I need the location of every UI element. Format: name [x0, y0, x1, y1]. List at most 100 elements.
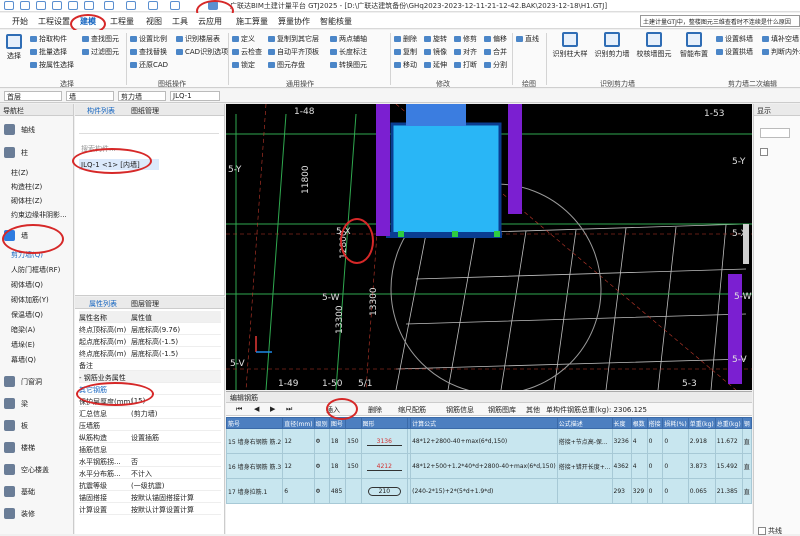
recognize-col-button[interactable]: 识别柱大样: [548, 32, 592, 59]
offset-button[interactable]: 偏移: [484, 34, 507, 44]
find-button[interactable]: 查找图元: [82, 34, 119, 44]
notice-banner[interactable]: 土建计量GTJ中，整楼图元三维查看时不连续是什么原因: [640, 15, 800, 27]
display-checkbox[interactable]: [760, 148, 768, 156]
prev-record-icon[interactable]: ◀: [254, 405, 259, 413]
smart-layout-button[interactable]: 智能布置: [672, 32, 716, 59]
align-button[interactable]: 对齐: [454, 47, 477, 57]
tab-properties[interactable]: 属性列表: [89, 299, 117, 309]
nav-item-al[interactable]: 暗梁(A): [11, 325, 35, 335]
nav-item-mq[interactable]: 幕墙(Q): [11, 355, 36, 365]
other-button[interactable]: 其他: [526, 405, 540, 415]
trim-button[interactable]: 修剪: [454, 34, 477, 44]
cell[interactable]: 0: [646, 453, 664, 479]
cell[interactable]: 293: [611, 478, 632, 504]
attr-select-button[interactable]: 按属性选择: [30, 60, 74, 70]
cell[interactable]: 0: [646, 478, 664, 504]
cell-shape[interactable]: 3136: [360, 428, 409, 454]
merge-button[interactable]: 合并: [484, 47, 507, 57]
cell[interactable]: [556, 478, 613, 504]
subtype-select[interactable]: 剪力墙: [118, 91, 166, 101]
table-row[interactable]: 15 墙身右钢筋 筋.2 12 Φ 18 150 3136 48*12+2800…: [225, 428, 753, 454]
chart-icon[interactable]: [170, 1, 180, 10]
redo-icon[interactable]: [84, 1, 94, 10]
nav-cat-finish[interactable]: 装修: [4, 508, 35, 519]
cell[interactable]: 150: [345, 453, 362, 479]
new-file-icon[interactable]: [20, 1, 30, 10]
set-slant-button[interactable]: 设置斜墙: [716, 34, 753, 44]
cell[interactable]: [345, 478, 362, 504]
cell[interactable]: 6: [282, 478, 315, 504]
table-row[interactable]: 17 墙身拉筋.1 6 Φ 485 210 (240-2*15)+2*(5*d+…: [225, 478, 753, 504]
cell[interactable]: 4: [630, 428, 648, 454]
cell[interactable]: 0: [662, 428, 689, 454]
cell[interactable]: 48*12+500+1.2*40*d+2800-40+max(6*d,150): [410, 453, 558, 479]
open-file-icon[interactable]: [36, 1, 46, 10]
extend-button[interactable]: 延伸: [424, 60, 447, 70]
cell[interactable]: Φ: [313, 428, 330, 454]
delete-button[interactable]: 删除: [394, 34, 417, 44]
prop-row[interactable]: 锚固搭接 按默认锚固搭接计算: [79, 491, 221, 503]
mirror-button[interactable]: 镜像: [424, 47, 447, 57]
prop-row[interactable]: 计算设置 按默认计算设置计算: [79, 503, 221, 515]
last-record-icon[interactable]: ⏭: [286, 405, 292, 414]
find-replace-button[interactable]: 查找替换: [130, 47, 167, 57]
set-ratio-button[interactable]: 设置比例: [130, 34, 167, 44]
batch-select-button[interactable]: 批量选择: [30, 47, 67, 57]
cell[interactable]: 直: [741, 453, 753, 479]
nav-cat-foundation[interactable]: 基础: [4, 486, 35, 497]
cell[interactable]: 0: [646, 428, 664, 454]
tab-component-list[interactable]: 构件列表: [87, 106, 115, 116]
pick-button[interactable]: 拾取构件: [30, 34, 67, 44]
nav-item-qd[interactable]: 墙垛(E): [11, 340, 35, 350]
draw-line-button[interactable]: 直线: [516, 34, 539, 44]
prop-row[interactable]: 水平分布筋... 不计入: [79, 467, 221, 479]
convert-button[interactable]: 转换图元: [330, 60, 367, 70]
nav-cat-beam[interactable]: 梁: [4, 398, 28, 409]
cell[interactable]: 329: [630, 478, 648, 504]
nav-cat-opening[interactable]: 门窗洞: [4, 376, 42, 387]
cell[interactable]: 485: [328, 478, 347, 504]
nav-item-rf[interactable]: 人防门框墙(RF): [11, 265, 60, 275]
nav-cat-hollow[interactable]: 空心楼盖: [4, 464, 49, 475]
set-arc-button[interactable]: 设置拱墙: [716, 47, 753, 57]
floor-select[interactable]: 首层: [4, 91, 62, 101]
cell[interactable]: 150: [345, 428, 362, 454]
recognize-wall-button[interactable]: 识别剪力墙: [590, 32, 634, 59]
next-record-icon[interactable]: ▶: [270, 405, 275, 413]
cell[interactable]: 3.873: [687, 453, 716, 479]
cell[interactable]: 直: [741, 478, 753, 504]
table-row[interactable]: 16 墙身右钢筋 筋.3 12 Φ 18 150 4212 48*12+500+…: [225, 453, 753, 479]
cell[interactable]: 3236: [611, 428, 632, 454]
menu-project-settings[interactable]: 工程设置: [38, 16, 70, 27]
cell[interactable]: 搭接+错开长度+...: [556, 453, 613, 479]
cell-name[interactable]: 17 墙身拉筋.1: [225, 478, 284, 504]
prop-row[interactable]: 压墙筋: [79, 419, 221, 431]
filter-button[interactable]: 过滤图元: [82, 47, 119, 57]
two-point-button[interactable]: 两点辅轴: [330, 34, 367, 44]
prop-row[interactable]: 终点底标高(m) 层底标高(-1.5): [79, 347, 221, 359]
cell-name[interactable]: 15 墙身右钢筋 筋.2: [225, 428, 284, 454]
cloud-check-button[interactable]: 云检查: [232, 47, 262, 57]
trim-save-button[interactable]: 图元存盘: [268, 60, 305, 70]
prop-row[interactable]: 插筋信息: [79, 443, 221, 455]
drawing-canvas[interactable]: 1-48 1-49 1-50 5/1 5-Y 5-X 5-W 5-V 1-53 …: [226, 104, 752, 390]
cell[interactable]: 4: [630, 453, 648, 479]
cell[interactable]: 0: [662, 478, 689, 504]
fill-wall-button[interactable]: 填补空墙: [762, 34, 799, 44]
nav-cat-column[interactable]: 柱: [4, 147, 28, 158]
cell-shape[interactable]: 210: [360, 478, 409, 504]
cell[interactable]: Φ: [313, 453, 330, 479]
move-button[interactable]: 移动: [394, 60, 417, 70]
cloud-icon[interactable]: [148, 1, 158, 10]
cell[interactable]: 0: [662, 453, 689, 479]
rebar-info-button[interactable]: 钢筋信息: [446, 405, 474, 415]
menu-cloud[interactable]: 云应用: [198, 16, 222, 27]
auto-level-button[interactable]: 自动平齐顶板: [268, 47, 319, 57]
menu-collab[interactable]: 算量协作: [278, 16, 310, 27]
prop-row[interactable]: 终点顶标高(m) 层底标高(9.76): [79, 323, 221, 335]
lock-button[interactable]: 锁定: [232, 60, 255, 70]
tab-drawing-mgmt[interactable]: 图纸管理: [131, 106, 159, 116]
undo-icon[interactable]: [68, 1, 78, 10]
prop-row[interactable]: 备注: [79, 359, 221, 371]
cell[interactable]: 4362: [611, 453, 632, 479]
